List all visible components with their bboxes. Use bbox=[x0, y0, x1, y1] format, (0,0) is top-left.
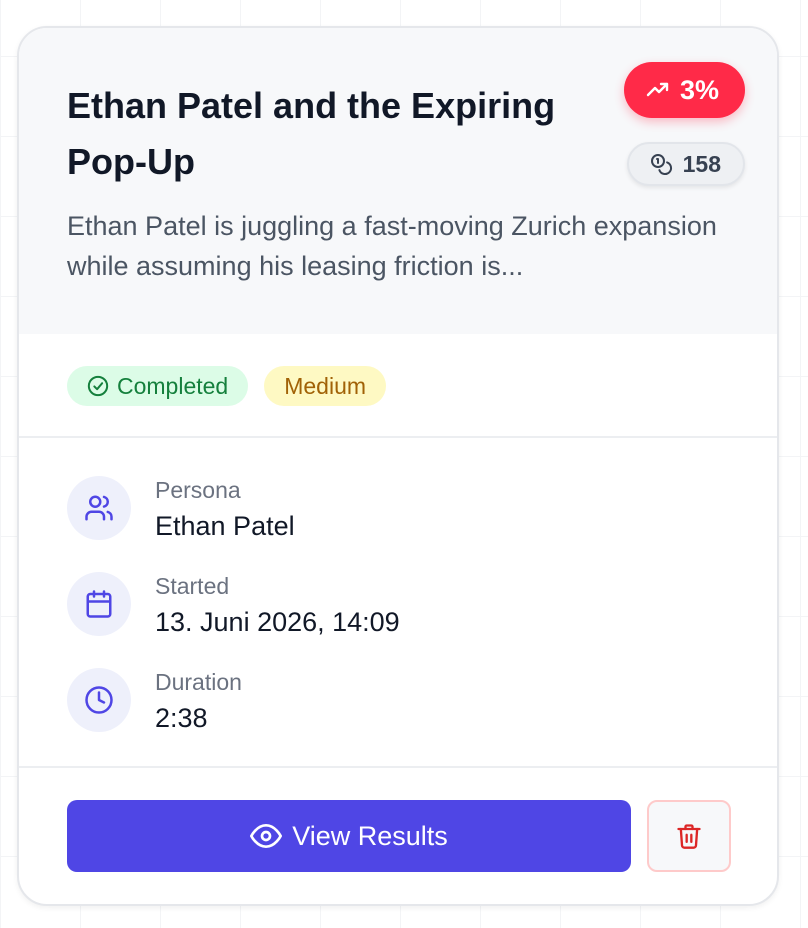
duration-icon-wrap bbox=[67, 668, 131, 732]
trending-up-icon bbox=[646, 82, 669, 97]
view-results-label: View Results bbox=[292, 820, 448, 851]
card-title: Ethan Patel and the Expiring Pop-Up bbox=[67, 85, 556, 182]
status-label: Completed bbox=[117, 372, 229, 399]
status-badge: Completed bbox=[67, 366, 249, 406]
divider bbox=[19, 436, 777, 438]
clock-icon bbox=[85, 686, 113, 714]
check-circle-icon bbox=[87, 375, 109, 397]
users-icon bbox=[85, 495, 113, 521]
eye-icon bbox=[250, 824, 283, 848]
view-results-button[interactable]: View Results bbox=[67, 800, 631, 872]
duration-label: Duration bbox=[155, 669, 242, 695]
delete-button[interactable] bbox=[647, 800, 731, 872]
started-icon-wrap bbox=[67, 572, 131, 636]
duration-row: Duration 2:38 bbox=[67, 668, 242, 738]
persona-label: Persona bbox=[155, 477, 241, 503]
trend-value: 3% bbox=[679, 74, 719, 105]
trash-icon bbox=[677, 824, 701, 849]
coins-badge: 158 bbox=[626, 142, 745, 186]
started-row: Started 13. Juni 2026, 14:09 bbox=[67, 572, 400, 642]
tag-list: Completed Medium bbox=[67, 366, 387, 406]
coins-icon bbox=[650, 154, 672, 175]
started-label: Started bbox=[155, 573, 230, 599]
card-header: Ethan Patel and the Expiring Pop-Up Etha… bbox=[19, 28, 777, 334]
session-card: Ethan Patel and the Expiring Pop-Up Etha… bbox=[17, 26, 779, 906]
duration-value: 2:38 bbox=[155, 703, 208, 733]
score-trend-badge: 3% bbox=[623, 62, 745, 118]
divider bbox=[19, 766, 777, 768]
difficulty-label: Medium bbox=[284, 372, 367, 399]
started-value: 13. Juni 2026, 14:09 bbox=[155, 607, 400, 637]
coins-count: 158 bbox=[682, 150, 721, 177]
calendar-icon bbox=[86, 590, 112, 618]
card-description: Ethan Patel is juggling a fast-moving Zu… bbox=[67, 211, 717, 281]
persona-row: Persona Ethan Patel bbox=[67, 476, 295, 546]
persona-icon-wrap bbox=[67, 476, 131, 540]
persona-value: Ethan Patel bbox=[155, 511, 295, 541]
difficulty-badge: Medium bbox=[264, 366, 387, 406]
